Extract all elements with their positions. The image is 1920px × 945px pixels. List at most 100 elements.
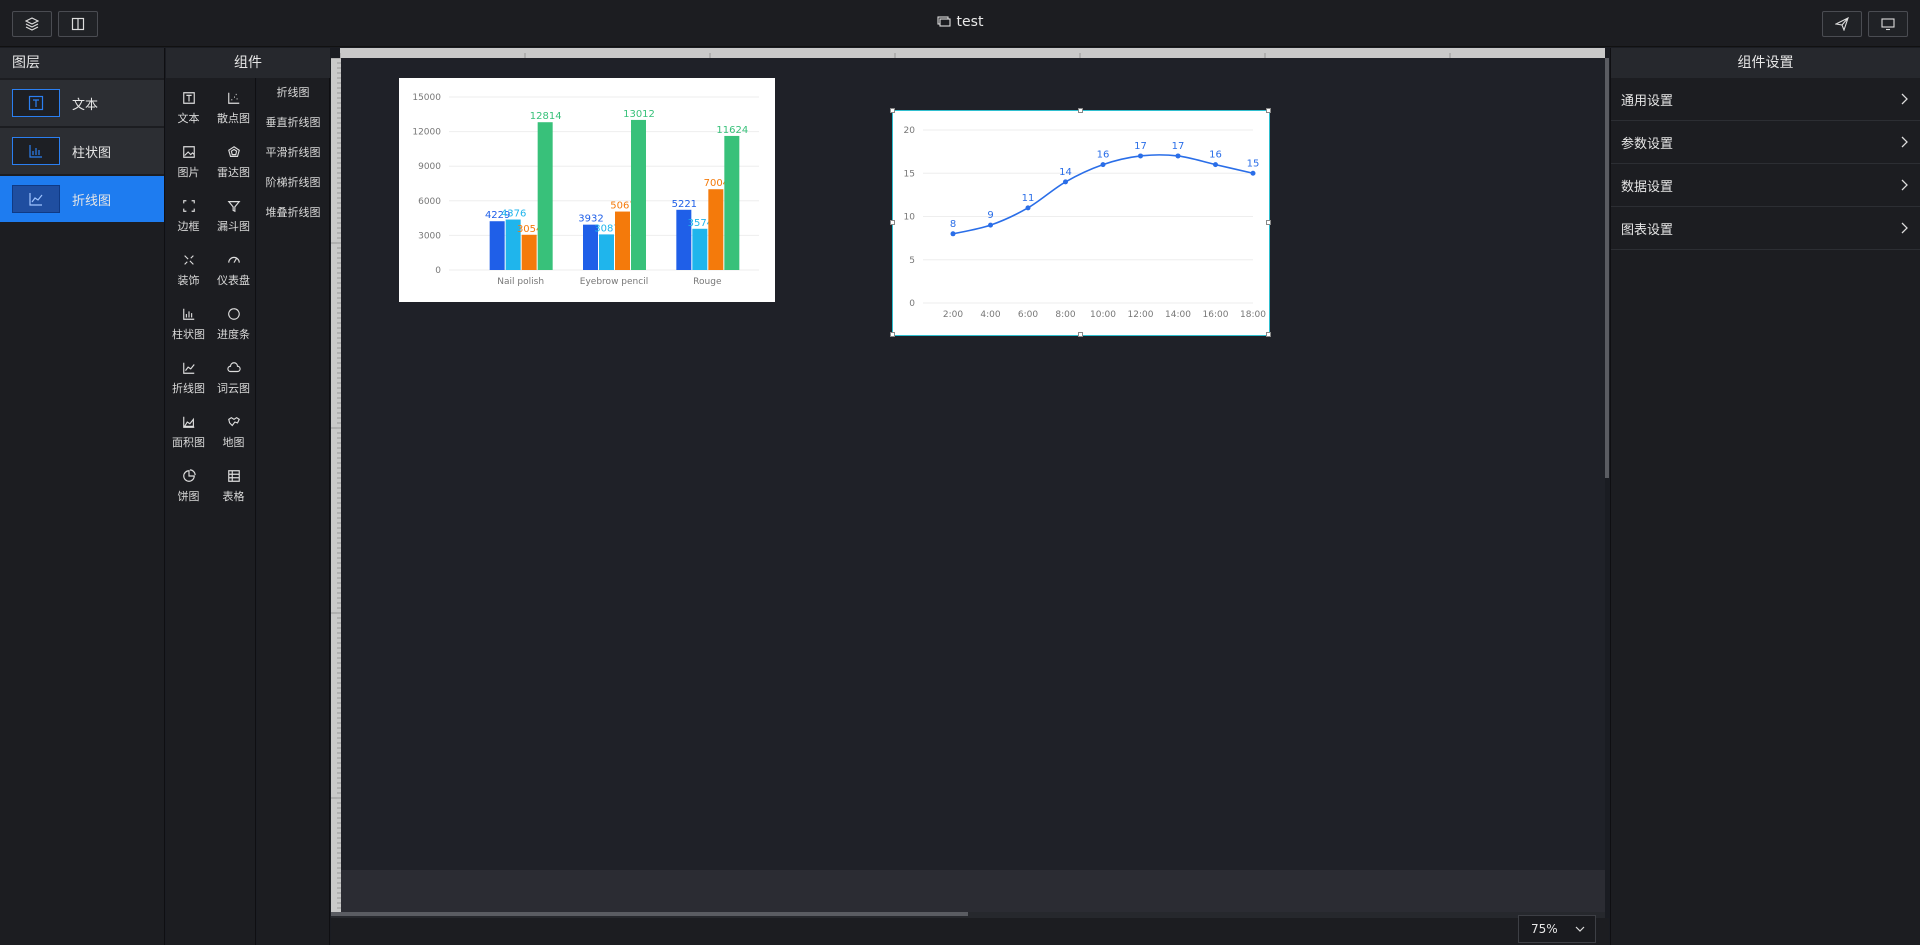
data-label: 14 xyxy=(1059,167,1072,178)
component-label: 仪表盘 xyxy=(217,274,250,287)
chevron-right-icon xyxy=(1901,222,1908,234)
component-label: 饼图 xyxy=(177,490,200,503)
y-tick-label: 12000 xyxy=(412,128,441,138)
chart-type-stacked-line[interactable]: 堆叠折线图 xyxy=(257,198,329,228)
component-decoration[interactable]: 装饰 xyxy=(166,252,211,288)
resize-handle-bl[interactable] xyxy=(890,332,895,337)
settings-row-chart[interactable]: 图表设置 xyxy=(1611,207,1920,250)
data-point xyxy=(1138,153,1143,159)
component-label: 进度条 xyxy=(217,328,250,341)
progress-icon xyxy=(226,306,242,322)
data-label: 12814 xyxy=(530,111,562,122)
zoom-select[interactable]: 75% xyxy=(1518,915,1596,943)
vertical-ruler xyxy=(331,57,341,913)
settings-row-params[interactable]: 参数设置 xyxy=(1611,121,1920,164)
component-text[interactable]: 文本 xyxy=(166,90,211,126)
line-chart-widget[interactable]: 0 5 10 15 20 2:00 4:00 6:00 8:00 10:00 12:00 14:00 1… xyxy=(890,108,1271,337)
component-pie-chart[interactable]: 饼图 xyxy=(166,468,211,504)
x-tick-label: 6:00 xyxy=(1018,310,1038,320)
zoom-value: 75% xyxy=(1531,922,1558,936)
data-label: 15 xyxy=(1247,158,1260,169)
data-label: 11624 xyxy=(716,125,748,136)
data-point xyxy=(988,222,993,228)
component-image[interactable]: 图片 xyxy=(166,144,211,180)
pie-chart-icon xyxy=(181,468,197,484)
project-title: test xyxy=(956,14,984,30)
chart-type-step-line[interactable]: 阶梯折线图 xyxy=(257,168,329,198)
line-chart-icon xyxy=(181,360,197,376)
bar xyxy=(537,122,553,270)
settings-row-general[interactable]: 通用设置 xyxy=(1611,78,1920,121)
bar xyxy=(599,234,614,270)
settings-row-data[interactable]: 数据设置 xyxy=(1611,164,1920,207)
component-area-chart[interactable]: 面积图 xyxy=(166,414,211,450)
x-tick-label: 4:00 xyxy=(980,310,1000,320)
layer-item-text[interactable]: 文本 xyxy=(0,80,164,126)
image-icon xyxy=(181,144,197,160)
component-scatter[interactable]: 散点图 xyxy=(211,90,256,126)
component-funnel[interactable]: 漏斗图 xyxy=(211,198,256,234)
settings-heading: 组件设置 xyxy=(1611,48,1920,78)
horizontal-ruler xyxy=(339,48,1605,63)
canvas-bottom-area xyxy=(341,870,1605,912)
bar-chart-widget[interactable]: 0 3000 6000 9000 12000 15000 Nail polish 4229 43… xyxy=(399,78,775,302)
data-label: 17 xyxy=(1172,141,1185,152)
chart-type-line[interactable]: 折线图 xyxy=(257,78,329,108)
component-label: 折线图 xyxy=(172,382,205,395)
component-label: 表格 xyxy=(222,490,245,503)
chart-type-smooth-line[interactable]: 平滑折线图 xyxy=(257,138,329,168)
data-point xyxy=(1250,170,1256,176)
resize-handle-tl[interactable] xyxy=(890,108,895,113)
data-label: 9 xyxy=(987,210,993,221)
resize-handle-l[interactable] xyxy=(890,220,895,225)
component-progress[interactable]: 进度条 xyxy=(211,306,256,342)
layer-item-line-chart[interactable]: 折线图 xyxy=(0,176,164,222)
component-radar[interactable]: 雷达图 xyxy=(211,144,256,180)
component-label: 散点图 xyxy=(217,112,250,125)
resize-handle-tr[interactable] xyxy=(1266,108,1271,113)
preview-button[interactable] xyxy=(1868,11,1908,37)
component-gauge[interactable]: 仪表盘 xyxy=(211,252,256,288)
screen-icon xyxy=(936,16,951,27)
settings-label: 通用设置 xyxy=(1621,93,1674,109)
component-bar-chart[interactable]: 柱状图 xyxy=(166,306,211,342)
component-wordcloud[interactable]: 词云图 xyxy=(211,360,256,396)
component-table[interactable]: 表格 xyxy=(211,468,256,504)
send-icon xyxy=(1835,17,1849,31)
gauge-icon xyxy=(226,252,242,268)
line-chart-icon xyxy=(29,193,43,206)
component-line-chart[interactable]: 折线图 xyxy=(166,360,211,396)
resize-handle-r[interactable] xyxy=(1266,220,1271,225)
resize-handle-t[interactable] xyxy=(1078,108,1083,113)
layer-thumb xyxy=(12,137,60,165)
component-grid: 文本 散点图图片 雷达图 边框 漏斗图装饰 仪表盘柱状图 进度条折线图 词云图面积图 地图饼图 表… xyxy=(166,90,256,504)
publish-button[interactable] xyxy=(1822,11,1862,37)
component-label: 面积图 xyxy=(172,436,205,449)
component-label: 文本 xyxy=(177,112,200,125)
y-tick-label: 15000 xyxy=(412,93,441,103)
x-tick-label: Nail polish xyxy=(497,277,544,287)
scatter-icon xyxy=(226,90,242,106)
monitor-icon xyxy=(1881,18,1895,31)
component-border[interactable]: 边框 xyxy=(166,198,211,234)
scrollbar-thumb[interactable] xyxy=(331,912,968,916)
chart-type-vertical-line[interactable]: 垂直折线图 xyxy=(257,108,329,138)
data-label: 4376 xyxy=(501,209,526,220)
vertical-scrollbar[interactable] xyxy=(1605,58,1609,478)
component-label: 装饰 xyxy=(177,274,200,287)
data-label: 5221 xyxy=(672,199,697,210)
data-label: 16 xyxy=(1209,150,1222,161)
border-icon xyxy=(181,198,197,214)
layer-thumb xyxy=(12,185,60,213)
component-map[interactable]: 地图 xyxy=(211,414,256,450)
bar xyxy=(708,189,724,270)
resize-handle-br[interactable] xyxy=(1266,332,1271,337)
text-icon xyxy=(28,95,44,111)
radar-icon xyxy=(226,144,242,160)
canvas-footer xyxy=(331,918,1609,945)
settings-label: 图表设置 xyxy=(1621,222,1674,238)
layer-item-bar-chart[interactable]: 柱状图 xyxy=(0,128,164,174)
x-tick-label: 12:00 xyxy=(1128,310,1154,320)
layers-panel: 图层 文本 柱状图 折线图 xyxy=(0,48,165,945)
resize-handle-b[interactable] xyxy=(1078,332,1083,337)
